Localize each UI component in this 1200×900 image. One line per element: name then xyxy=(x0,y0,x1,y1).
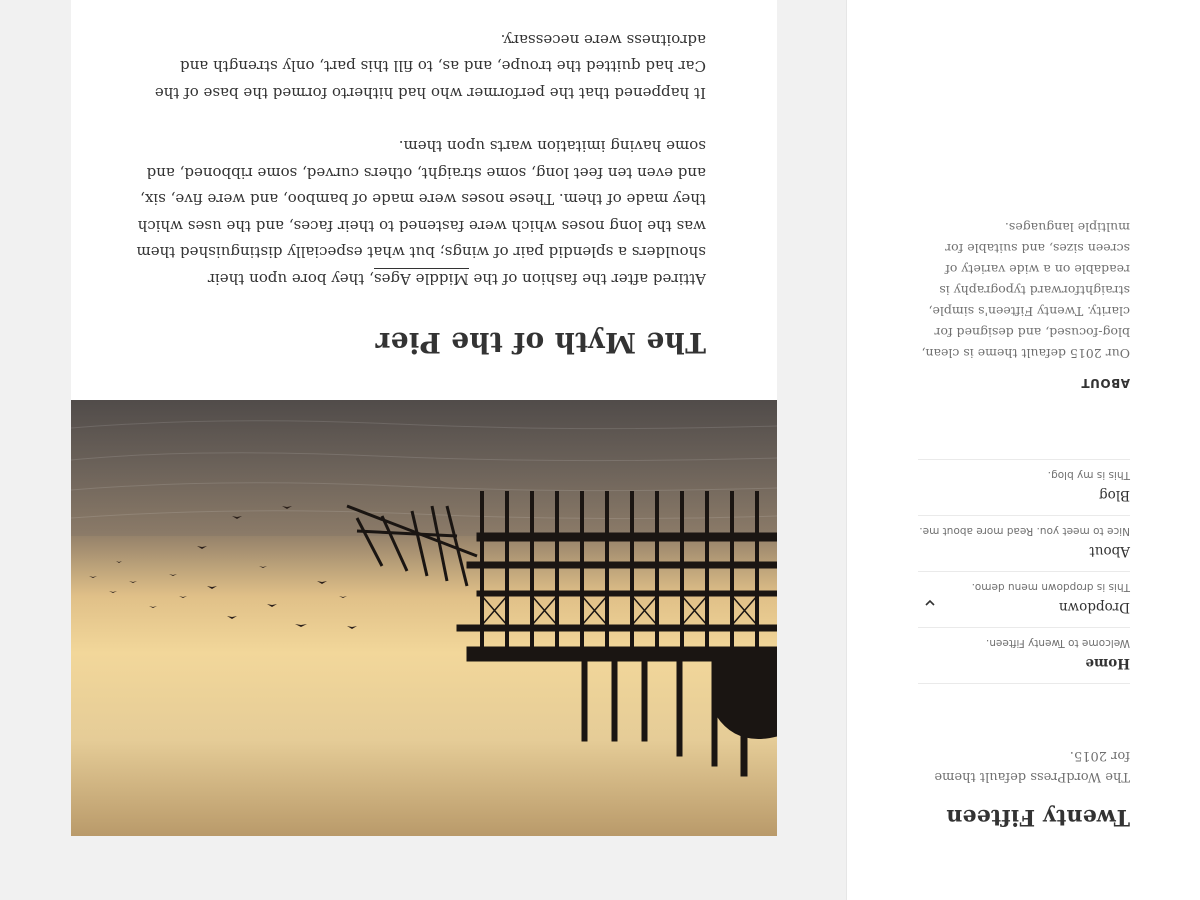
middle-ages-link[interactable]: Middle Ages xyxy=(373,268,469,288)
main-navigation: Home Welcome to Twenty Fifteen. Dropdown… xyxy=(918,459,1130,684)
featured-image xyxy=(71,400,777,836)
nav-item-description: Welcome to Twenty Fifteen. xyxy=(985,637,1130,649)
page-canvas: Twenty Fifteen The WordPress default the… xyxy=(0,0,1200,900)
paragraph-text: , they bore upon their shoulders a splen… xyxy=(136,137,707,289)
about-widget: ABOUT Our 2015 default theme is clean, b… xyxy=(918,217,1130,390)
post-title[interactable]: The Myth of the Pier xyxy=(375,326,706,359)
widget-text: Our 2015 default theme is clean, blog-fo… xyxy=(921,220,1130,361)
nav-item-label[interactable]: About xyxy=(1089,543,1130,559)
sidebar: Twenty Fifteen The WordPress default the… xyxy=(846,0,1200,900)
paragraph-text: Attired after the fashion of the xyxy=(468,270,706,288)
chevron-down-icon xyxy=(925,600,935,607)
sea xyxy=(71,400,777,536)
nav-item-about[interactable]: About Nice to meet you. Read more about … xyxy=(918,515,1130,571)
site-description: The WordPress default theme for 2015. xyxy=(934,748,1130,784)
nav-item-blog[interactable]: Blog This is my blog. xyxy=(918,459,1130,515)
nav-item-home[interactable]: Home Welcome to Twenty Fifteen. xyxy=(918,627,1130,683)
nav-item-label[interactable]: Home xyxy=(1085,655,1130,671)
nav-item-description: This is my blog. xyxy=(1047,469,1130,481)
widget-title: ABOUT xyxy=(1080,376,1130,390)
nav-item-description: This is dropdown menu demo. xyxy=(971,581,1130,593)
dropdown-toggle-button[interactable] xyxy=(918,591,942,615)
nav-item-label[interactable]: Dropdown xyxy=(1059,599,1130,615)
paragraph: It happened that the performer who had h… xyxy=(154,31,706,102)
post-card: The Myth of the Pier Attired after the f… xyxy=(71,0,777,836)
nav-item-label[interactable]: Blog xyxy=(1099,487,1130,503)
paragraph: Attired after the fashion of the Middle … xyxy=(136,133,706,292)
nav-item-dropdown[interactable]: Dropdown This is dropdown menu demo. xyxy=(918,571,1130,627)
site-title[interactable]: Twenty Fifteen xyxy=(946,804,1130,830)
post-content: Attired after the fashion of the Middle … xyxy=(136,0,706,292)
nav-item-description: Nice to meet you. Read more about me. xyxy=(919,525,1130,537)
